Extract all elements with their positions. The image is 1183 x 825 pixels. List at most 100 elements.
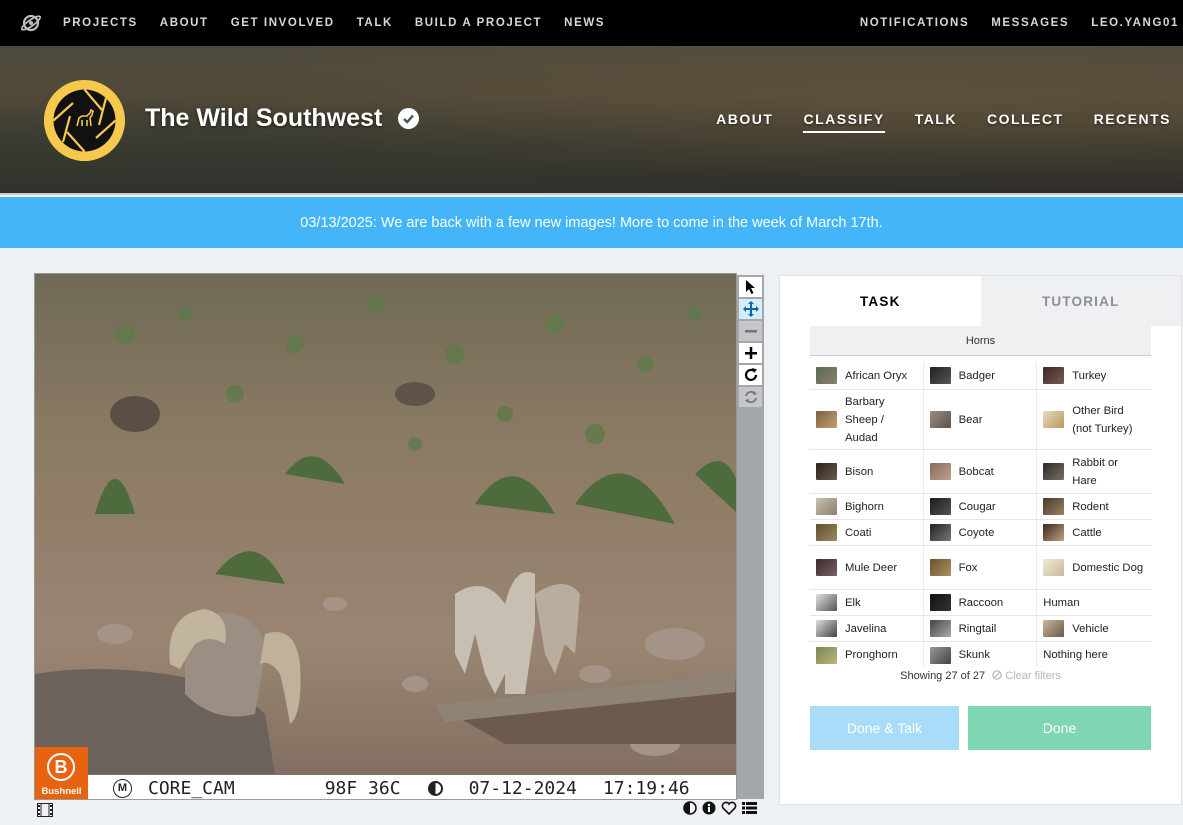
choice-cattle[interactable]: Cattle: [1037, 520, 1151, 545]
rotate-icon[interactable]: [739, 365, 762, 385]
project-nav-talk[interactable]: TALK: [915, 111, 957, 133]
nav-get-involved[interactable]: GET INVOLVED: [231, 17, 335, 29]
choice-skunk[interactable]: Skunk: [924, 642, 1038, 668]
choice-row: Mule Deer Fox Domestic Dog: [810, 546, 1151, 590]
tab-task[interactable]: TASK: [780, 276, 981, 326]
thumbnail-icon: [1043, 411, 1065, 428]
choice-fox[interactable]: Fox: [924, 546, 1038, 589]
nav-build-a-project[interactable]: BUILD A PROJECT: [415, 17, 542, 29]
choice-label: Bison: [845, 465, 874, 478]
moon-phase-m-icon: M: [113, 778, 132, 798]
choice-african-oryx[interactable]: African Oryx: [810, 362, 924, 389]
choice-label: Bighorn: [845, 500, 884, 513]
choice-row: Javelina Ringtail Vehicle: [810, 616, 1151, 642]
clear-icon: [992, 670, 1002, 680]
thumbnail-icon: [816, 463, 837, 480]
thumbnail-icon: [1043, 463, 1065, 480]
filter-horns[interactable]: Horns: [810, 326, 1151, 356]
choice-nothing-here[interactable]: Nothing here: [1037, 642, 1151, 668]
choice-vehicle[interactable]: Vehicle: [1037, 616, 1151, 641]
choice-rabbit-or-hare[interactable]: Rabbit or Hare: [1037, 450, 1151, 493]
invert-contrast-icon[interactable]: [683, 801, 697, 815]
pan-move-icon[interactable]: [739, 299, 762, 319]
nav-messages[interactable]: MESSAGES: [991, 17, 1069, 29]
choice-human[interactable]: Human: [1037, 590, 1151, 615]
project-nav-about[interactable]: ABOUT: [716, 111, 773, 133]
choice-turkey[interactable]: Turkey: [1037, 362, 1151, 389]
choice-other-bird[interactable]: Other Bird (not Turkey): [1037, 390, 1151, 449]
choice-bison[interactable]: Bison: [810, 450, 924, 493]
choice-coyote[interactable]: Coyote: [924, 520, 1038, 545]
zooniverse-logo-icon[interactable]: [21, 13, 41, 33]
camera-trap-photo: [35, 274, 736, 799]
thumbnail-icon: [929, 411, 951, 428]
clear-filters-button[interactable]: Clear filters: [992, 670, 1061, 682]
choice-raccoon[interactable]: Raccoon: [924, 590, 1038, 615]
thumbnail-icon: [929, 367, 951, 384]
choice-badger[interactable]: Badger: [924, 362, 1038, 389]
bushnell-wordmark: Bushnell: [41, 786, 82, 797]
project-avatar[interactable]: [44, 80, 125, 161]
nav-about[interactable]: ABOUT: [160, 17, 209, 29]
nav-news[interactable]: NEWS: [564, 17, 605, 29]
choice-mule-deer[interactable]: Mule Deer: [810, 546, 924, 589]
choice-label: Fox: [958, 561, 978, 574]
tab-tutorial[interactable]: TUTORIAL: [980, 276, 1181, 326]
zoom-out-icon[interactable]: [739, 321, 762, 341]
thumbnail-icon: [929, 524, 951, 541]
choice-label: Rodent: [1072, 500, 1109, 513]
choice-row: Bighorn Cougar Rodent: [810, 494, 1151, 520]
bushnell-logo: B Bushnell: [35, 747, 88, 799]
choice-label: Coati: [845, 526, 872, 539]
project-title[interactable]: The Wild Southwest: [145, 104, 382, 133]
film-strip-icon[interactable]: [37, 803, 53, 820]
thumbnail-icon: [816, 594, 837, 611]
choice-label: Ringtail: [958, 622, 997, 635]
choice-label: Bobcat: [958, 465, 994, 478]
thumbnail-icon: [929, 620, 951, 637]
collections-list-icon[interactable]: [742, 801, 757, 815]
done-button[interactable]: Done: [968, 706, 1151, 750]
info-icon[interactable]: [702, 801, 716, 815]
choice-domestic-dog[interactable]: Domestic Dog: [1037, 546, 1151, 589]
project-nav-classify[interactable]: CLASSIFY: [803, 111, 885, 133]
choice-bobcat[interactable]: Bobcat: [924, 450, 1038, 493]
nav-notifications[interactable]: NOTIFICATIONS: [860, 17, 969, 29]
choice-ringtail[interactable]: Ringtail: [924, 616, 1038, 641]
choice-label: Cattle: [1072, 526, 1102, 539]
choice-label: Skunk: [958, 649, 990, 661]
choice-row: Barbary Sheep / Audad Bear Other Bird (n…: [810, 390, 1151, 450]
choice-barbary-sheep[interactable]: Barbary Sheep / Audad: [810, 390, 924, 449]
thumbnail-icon: [1043, 559, 1065, 576]
choice-label: Bear: [958, 413, 983, 426]
choice-bighorn[interactable]: Bighorn: [810, 494, 924, 519]
choice-label: Cougar: [958, 500, 996, 513]
choice-row: African Oryx Badger Turkey: [810, 362, 1151, 390]
project-nav-collect[interactable]: COLLECT: [987, 111, 1064, 133]
camera-date: 07-12-2024: [468, 777, 577, 799]
choice-cougar[interactable]: Cougar: [924, 494, 1038, 519]
select-pointer-icon[interactable]: [739, 277, 762, 297]
choice-label: Javelina: [845, 622, 887, 635]
camera-info-strip: M CORE_CAM 98F 36C 07-12-2024 17:19:46: [88, 774, 736, 799]
reset-view-icon[interactable]: [739, 387, 762, 407]
choice-bear[interactable]: Bear: [924, 390, 1038, 449]
subject-image[interactable]: B Bushnell M CORE_CAM 98F 36C 07-12-2024…: [34, 273, 737, 800]
done-and-talk-button[interactable]: Done & Talk: [810, 706, 959, 750]
nav-user-menu[interactable]: LEO.YANG01: [1091, 17, 1179, 29]
choice-label: Other Bird (not Turkey): [1072, 404, 1133, 435]
favorite-heart-icon[interactable]: [721, 801, 737, 815]
zoom-in-icon[interactable]: [739, 343, 762, 363]
choice-rodent[interactable]: Rodent: [1037, 494, 1151, 519]
choice-coati[interactable]: Coati: [810, 520, 924, 545]
choice-pronghorn[interactable]: Pronghorn: [810, 642, 924, 668]
choice-elk[interactable]: Elk: [810, 590, 924, 615]
thumbnail-icon: [816, 411, 837, 428]
nav-talk[interactable]: TALK: [357, 17, 393, 29]
nav-projects[interactable]: PROJECTS: [63, 17, 138, 29]
thumbnail-icon: [929, 646, 951, 664]
choice-javelina[interactable]: Javelina: [810, 616, 924, 641]
zooniverse-top-nav: PROJECTS ABOUT GET INVOLVED TALK BUILD A…: [0, 0, 1183, 46]
thumbnail-icon: [929, 463, 951, 480]
project-nav-recents[interactable]: RECENTS: [1094, 111, 1171, 133]
